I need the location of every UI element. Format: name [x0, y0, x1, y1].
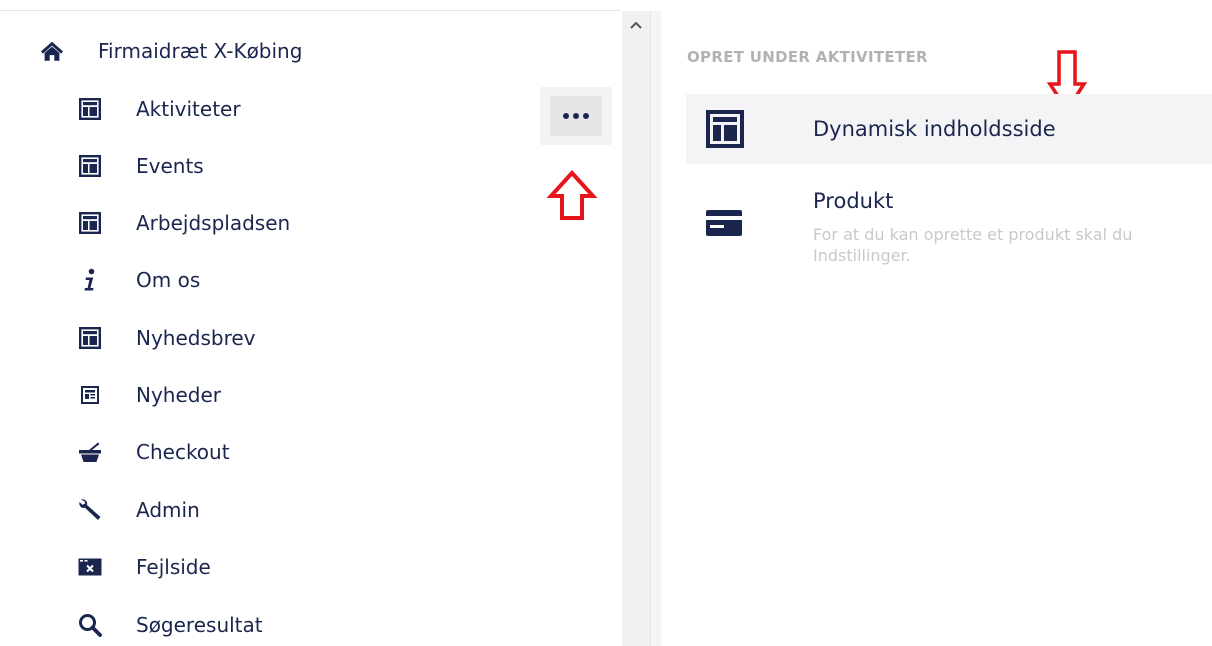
newspaper-icon — [78, 383, 102, 407]
tree-root-node[interactable]: Firmaidræt X-Købing — [40, 33, 302, 69]
home-icon — [40, 39, 64, 63]
tree-item-label: Admin — [136, 498, 200, 522]
tree-item-aktiviteter[interactable]: Aktiviteter — [78, 91, 241, 127]
annotation-arrow-up-icon — [547, 170, 597, 220]
node-actions-button[interactable] — [540, 87, 612, 145]
option-label: Dynamisk indholdsside — [813, 117, 1056, 141]
tree-item-label: Checkout — [136, 440, 230, 464]
info-icon — [78, 268, 102, 292]
page-layout-icon — [706, 110, 744, 148]
scroll-up-button[interactable] — [622, 11, 650, 39]
option-dynamisk-indholdsside[interactable]: Dynamisk indholdsside — [686, 94, 1212, 164]
tree-item-sogeresultat[interactable]: Søgeresultat — [78, 607, 263, 643]
tree-item-label: Nyhedsbrev — [136, 326, 256, 350]
wrench-icon — [78, 498, 102, 522]
page-layout-icon — [78, 326, 102, 350]
node-actions-button-surface — [550, 96, 602, 136]
tree-item-label: Søgeresultat — [136, 613, 263, 637]
credit-card-icon — [706, 210, 742, 236]
tree-item-label: Nyheder — [136, 383, 221, 407]
tree-item-checkout[interactable]: Checkout — [78, 434, 230, 470]
tree-item-label: Aktiviteter — [136, 97, 241, 121]
tree-item-label: Fejlside — [136, 555, 211, 579]
tree-item-label: Events — [136, 154, 204, 178]
search-icon — [78, 613, 102, 637]
error-page-icon — [78, 555, 102, 579]
tree-item-arbejdspladsen[interactable]: Arbejdspladsen — [78, 205, 290, 241]
tree-item-label: Arbejdspladsen — [136, 211, 291, 235]
option-produkt[interactable]: Produkt For at du kan oprette et produkt… — [686, 180, 1212, 280]
basket-icon — [78, 440, 102, 464]
content-tree: Firmaidræt X-Købing Aktiviteter Events A… — [0, 0, 622, 646]
tree-item-events[interactable]: Events — [78, 148, 204, 184]
option-label: Produkt — [813, 189, 894, 213]
tree-item-nyhedsbrev[interactable]: Nyhedsbrev — [78, 320, 256, 356]
tree-item-label: Om os — [136, 268, 201, 292]
tree-root-label: Firmaidræt X-Købing — [98, 39, 303, 63]
panel-divider — [650, 11, 661, 646]
tree-item-fejlside[interactable]: Fejlside — [78, 549, 211, 585]
option-description: For at du kan oprette et produkt skal du… — [813, 225, 1133, 265]
tree-scrollbar[interactable] — [622, 11, 650, 646]
tree-item-om-os[interactable]: Om os — [78, 262, 200, 298]
chevron-up-icon — [630, 21, 642, 29]
page-layout-icon — [78, 211, 102, 235]
tree-item-admin[interactable]: Admin — [78, 492, 200, 528]
more-dots-icon — [563, 113, 589, 119]
tree-item-nyheder[interactable]: Nyheder — [78, 377, 221, 413]
page-layout-icon — [78, 97, 102, 121]
page-layout-icon — [78, 154, 102, 178]
panel-title: OPRET UNDER AKTIVITETER — [687, 48, 928, 66]
create-panel: OPRET UNDER AKTIVITETER Dynamisk indhold… — [661, 0, 1212, 646]
